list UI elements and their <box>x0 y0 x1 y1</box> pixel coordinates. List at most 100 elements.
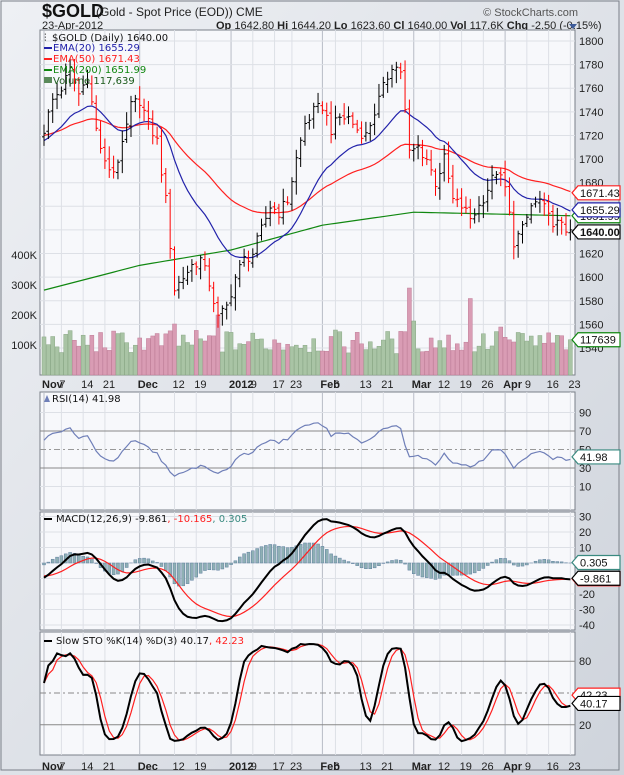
date-tick-label: 26 <box>481 761 493 773</box>
macd-histogram-bar <box>333 555 338 564</box>
rsi-legend: RSI(14) 41.98 <box>44 394 121 405</box>
date-tick-label: 9 <box>525 379 531 391</box>
legend-macd: MACD(12,26,9) -9.861 <box>56 514 167 525</box>
price-tick-label: 1800 <box>579 36 603 48</box>
volume-bar <box>485 349 490 376</box>
date-tick-label: 21 <box>381 761 393 773</box>
svg-text:MACD(12,26,9) -9.861, -10.165,: MACD(12,26,9) -9.861, -10.165, 0.305 <box>56 514 247 525</box>
macd-histogram-bar <box>485 562 490 566</box>
volume-bar <box>559 335 564 376</box>
price-tick-label: 1620 <box>579 249 603 261</box>
macd-histogram-bar <box>555 561 560 564</box>
date-tick-label: 12 <box>438 379 450 391</box>
volume-bar <box>172 323 177 376</box>
date-tick-label: Mar <box>412 379 432 391</box>
volume-bar <box>98 332 103 376</box>
macd-histogram-bar <box>355 562 359 566</box>
volume-bar <box>241 344 247 376</box>
volume-bar <box>167 330 173 376</box>
volume-bar <box>298 347 303 376</box>
macd-histogram-bar <box>242 553 246 564</box>
macd-histogram-bar <box>216 562 220 571</box>
date-tick-label: 6 <box>333 761 339 773</box>
volume-bar <box>481 333 486 376</box>
volume-bar <box>146 338 151 376</box>
macd-tick-label: -40 <box>579 620 595 632</box>
volume-bar <box>315 350 321 376</box>
volume-bar <box>498 326 503 376</box>
macd-histogram-bar <box>272 544 277 564</box>
macd-histogram-bar <box>124 562 129 568</box>
volume-bar <box>272 339 277 376</box>
macd-swatch-icon <box>44 518 52 520</box>
copyright[interactable]: © StockCharts.com <box>483 7 578 19</box>
volume-bar <box>224 331 229 376</box>
macd-histogram-bar <box>420 562 425 578</box>
legend-rsi: RSI(14) 41.98 <box>52 394 121 405</box>
sto-k-tag-text: 40.17 <box>580 698 608 710</box>
rsi-tick-label: 30 <box>579 463 591 475</box>
date-tick-label: 23 <box>290 761 302 773</box>
volume-bar <box>463 341 469 376</box>
date-tick-label: Apr <box>503 761 523 773</box>
macd-tick-label: -20 <box>579 589 595 601</box>
price-tick-label: 1560 <box>579 319 603 331</box>
macd-histogram-bar <box>224 562 229 568</box>
macd-histogram-bar <box>246 551 251 564</box>
volume-bar <box>120 332 125 376</box>
volume-bar <box>89 335 95 376</box>
volume-bar <box>163 333 169 376</box>
rsi-tag-text: 41.98 <box>580 452 608 464</box>
date-tick-label: 19 <box>460 761 472 773</box>
volume-tag: 117639 <box>571 332 621 348</box>
price-tick-label: 1580 <box>579 296 603 308</box>
macd-histogram-bar <box>155 562 159 564</box>
macd-histogram-bar <box>329 553 333 564</box>
volume-bar <box>333 329 338 376</box>
date-tick-label: 23 <box>568 761 580 773</box>
volume-bar <box>67 330 73 376</box>
macd-histogram-bar <box>551 561 555 564</box>
volume-bar <box>276 342 282 376</box>
date-tick-label: 14 <box>81 379 93 391</box>
volume-bar <box>328 336 334 376</box>
volume-bar <box>281 349 286 376</box>
macd-tag: -9.861 <box>571 570 621 586</box>
date-tick-label: Apr <box>503 379 523 391</box>
volume-bar <box>437 340 443 376</box>
macd-histogram-bar <box>516 562 520 567</box>
volume-bar <box>433 347 438 376</box>
volume-bar <box>537 335 543 376</box>
macd-histogram-bar <box>520 562 525 567</box>
volume-tick-label: 400K <box>11 250 37 262</box>
sto-legend: Slow STO %K(14) %D(3) 40.17, 42.23 <box>44 636 244 647</box>
volume-bar <box>420 351 425 376</box>
macd-histogram-bar <box>307 542 312 564</box>
volume-bar <box>511 341 517 376</box>
macd-histogram-bar <box>346 561 351 564</box>
macd-histogram-bar <box>394 559 399 564</box>
macd-histogram-bar <box>525 562 529 566</box>
date-tick-label: 13 <box>360 379 372 391</box>
macd-histogram-bar <box>503 558 507 564</box>
volume-bar <box>363 349 369 376</box>
date-tick-label: 23 <box>290 379 302 391</box>
date-tick-label: 17 <box>273 761 285 773</box>
volume-bar <box>141 349 147 376</box>
macd-histogram-bar <box>403 562 407 565</box>
symbol: $GOLD <box>42 1 104 21</box>
macd-histogram-bar <box>464 562 468 575</box>
date-tick-label: 19 <box>194 379 206 391</box>
volume-bar <box>154 333 160 376</box>
volume-bar <box>550 342 556 376</box>
date-tick-label: 7 <box>59 761 65 773</box>
macd-histogram-bar <box>499 558 503 564</box>
volume-bar <box>198 338 203 376</box>
rsi-tick-label: 10 <box>579 482 591 494</box>
volume-bar <box>180 334 186 376</box>
volume-bar <box>189 344 195 376</box>
date-tick-label: Dec <box>138 761 158 773</box>
macd-legend: MACD(12,26,9) -9.861, -10.165, 0.305 <box>44 514 247 525</box>
macd-histogram-bar <box>277 545 281 564</box>
volume-bar <box>368 341 373 376</box>
